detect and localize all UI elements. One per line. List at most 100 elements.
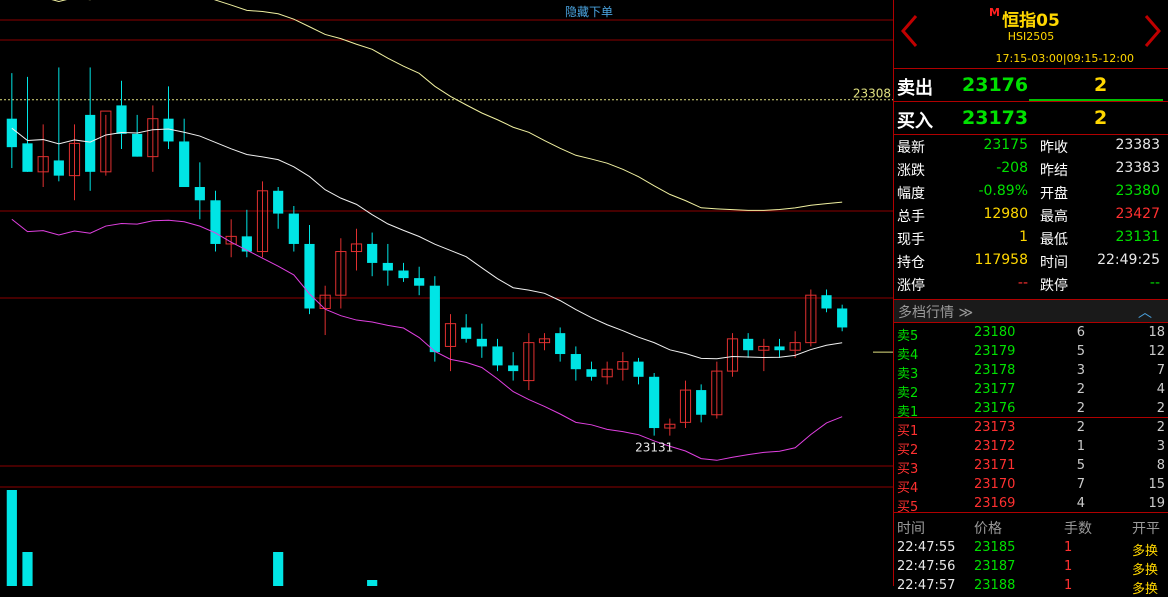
candle-body [461,327,472,339]
candle-body [649,376,660,429]
tick-row: 22:47:55 23185 1 多换 [894,539,1168,559]
level-qty: 3 [1076,363,1085,378]
bid-level-row[interactable]: 买1 23173 2 2 [894,418,1168,439]
stat-label: 跌停 [1040,278,1068,294]
stats-row: 持仓 117958 时间 22:49:25 [894,249,1168,272]
bid-price: 23173 [962,107,1029,129]
candle-body [696,390,707,415]
ask-price: 23176 [962,74,1029,96]
candle-body [570,354,581,370]
candle-body [194,187,205,201]
bid-row[interactable]: 买入 23173 2 [894,102,1168,135]
ask-level-row[interactable]: 卖3 23178 3 7 [894,361,1168,382]
stat-label: 昨收 [1040,140,1068,156]
stats-row: 涨跌 -208 昨结 23383 [894,157,1168,180]
stats-row: 现手 1 最低 23131 [894,226,1168,249]
bid-level-row[interactable]: 买2 23172 1 3 [894,437,1168,458]
ma-line-middle [11,127,843,360]
level-qty: 5 [1076,458,1085,473]
candle-body [6,118,17,148]
stats-table: 最新 23175 昨收 23383 涨跌 -208 昨结 23383 幅度 -0.89% 开盘 233… [894,134,1168,295]
stat-label: 最新 [897,140,925,156]
ma-line-upper [51,0,843,211]
ticks-column-header: 开平 [1132,521,1160,537]
trading-session: 17:15-03:00|09:15-12:00 [995,52,1134,65]
stat-value: -208 [996,160,1028,176]
level-total: 18 [1148,325,1165,340]
tick-type: 多换 [1132,544,1159,559]
candle-body [179,141,190,188]
level-qty: 4 [1076,496,1085,511]
level-qty: 5 [1076,344,1085,359]
ask-row[interactable]: 卖出 23176 2 [894,69,1168,102]
stat-label: 涨停 [897,278,925,294]
level-price: 23178 [974,363,1016,378]
candle-body [429,285,440,353]
level-qty: 2 [1076,420,1085,435]
ticks-column-header: 价格 [974,521,1002,537]
quote-panel: M 恒指05 HSI2505 17:15-03:00|09:15-12:00 卖… [893,0,1168,597]
tick-type: 多换 [1132,563,1159,578]
candle-body [53,160,64,176]
next-instrument-icon[interactable] [1142,14,1162,48]
stat-value: 23427 [1115,206,1160,222]
tick-type: 多换 [1132,582,1159,597]
ask-level-row[interactable]: 卖2 23177 2 4 [894,380,1168,401]
level-price: 23177 [974,382,1016,397]
ask-level-row[interactable]: 卖5 23180 6 18 [894,323,1168,344]
candlestick-chart[interactable]: 23308 23131 隐藏下单 [0,0,893,586]
stat-value: 12980 [983,206,1028,222]
bid-level-row[interactable]: 买3 23171 5 8 [894,456,1168,477]
bid-level-row[interactable]: 买5 23169 4 19 [894,494,1168,515]
stat-label: 昨结 [1040,163,1068,179]
candle-body [382,262,393,271]
candle-body [367,243,378,263]
stat-label: 持仓 [897,255,925,271]
level-total: 4 [1156,382,1165,397]
level-qty: 2 [1076,401,1085,416]
stat-value: 22:49:25 [1097,252,1160,268]
level-total: 2 [1156,401,1165,416]
ask-label: 卖出 [897,78,933,99]
level-price: 23176 [974,401,1016,416]
level-total: 15 [1148,477,1165,492]
bid-book: 买1 23173 2 2 买2 23172 1 3 买3 23171 5 8 买4 23170 7 15 买5 2… [894,417,1168,515]
level-price: 23170 [974,477,1016,492]
tick-row: 22:47:57 23188 1 多换 [894,577,1168,597]
stat-label: 涨跌 [897,163,925,179]
stat-value: 23380 [1115,183,1160,199]
stat-value: 23383 [1115,160,1160,176]
tick-price: 23187 [974,559,1016,574]
candle-body [210,200,221,244]
tick-time: 22:47:55 [897,540,956,555]
level-price: 23169 [974,496,1016,511]
ask-level-row[interactable]: 卖4 23179 5 12 [894,342,1168,363]
ma-line-lower [11,218,843,461]
depth-header[interactable]: 多档行情 ≫ ︿ [894,299,1168,323]
volume-bar [273,552,284,586]
candle-body [22,143,33,172]
depth-title[interactable]: 多档行情 ≫ [898,302,973,322]
collapse-icon[interactable]: ︿ [1138,302,1152,322]
stat-label: 最高 [1040,209,1068,225]
stat-value: -0.89% [978,183,1028,199]
candle-body [414,278,425,286]
tick-qty: 1 [1064,540,1073,555]
stats-row: 最新 23175 昨收 23383 [894,134,1168,157]
ask-volume-bar [1029,99,1163,101]
time-and-sales: 时间 价格 手数 开平 22:47:55 23185 1 多换 22:47:56 23187 1 多… [894,512,1168,597]
candle-body [743,338,754,351]
level-total: 8 [1156,458,1165,473]
chart-canvas[interactable]: 23308 23131 [0,0,893,586]
candle-body [85,114,96,172]
candle-body [555,333,566,355]
level-qty: 6 [1076,325,1085,340]
stat-value: 23383 [1115,137,1160,153]
level-total: 7 [1156,363,1165,378]
candle-body [398,270,409,279]
ask-level-row[interactable]: 卖1 23176 2 2 [894,399,1168,420]
hide-orders-link[interactable]: 隐藏下单 [565,3,613,20]
stats-row: 涨停 -- 跌停 -- [894,272,1168,295]
bid-level-row[interactable]: 买4 23170 7 15 [894,475,1168,496]
volume-bar [22,552,33,586]
